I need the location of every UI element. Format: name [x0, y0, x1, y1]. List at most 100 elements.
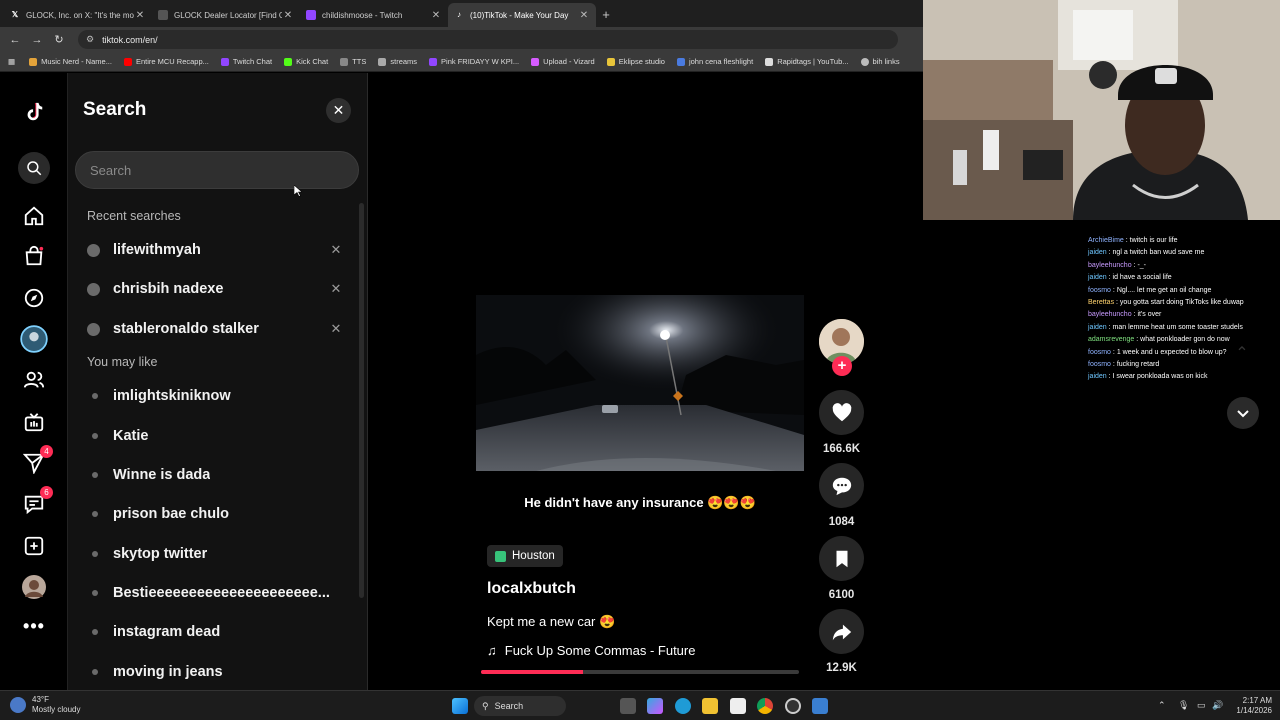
- suggestion-item[interactable]: moving in jeans: [92, 659, 332, 685]
- remove-icon[interactable]: ✕: [329, 242, 343, 258]
- heart-icon[interactable]: [819, 390, 864, 435]
- taskbar-search[interactable]: ⚲ Search: [474, 696, 566, 716]
- video-player[interactable]: [476, 295, 804, 471]
- bookmark-item[interactable]: Rapidtags | YouTub...: [765, 57, 849, 66]
- bookmark-item[interactable]: Kick Chat: [284, 57, 328, 66]
- home-icon[interactable]: [19, 201, 49, 231]
- new-tab-button[interactable]: +: [596, 3, 616, 27]
- chat-username[interactable]: bayleehuncho: [1088, 262, 1132, 269]
- close-panel-button[interactable]: ✕: [326, 98, 351, 123]
- comment-action[interactable]: 1084: [819, 463, 864, 528]
- location-tag[interactable]: Houston: [487, 545, 563, 567]
- back-icon[interactable]: ←: [4, 34, 26, 46]
- remove-icon[interactable]: ✕: [329, 321, 343, 337]
- share-action[interactable]: 12.9K: [819, 609, 864, 674]
- panel-scrollbar[interactable]: [359, 203, 364, 598]
- close-icon[interactable]: ✕: [578, 10, 590, 21]
- app-icon[interactable]: [812, 698, 828, 714]
- bookmark-item[interactable]: john cena fleshlight: [676, 57, 753, 66]
- bookmark-item[interactable]: Entire MCU Recapp...: [123, 57, 209, 66]
- tray-chevron-icon[interactable]: ⌃: [1158, 700, 1166, 711]
- inbox-icon[interactable]: 6: [19, 486, 53, 519]
- messages-icon[interactable]: 4: [19, 445, 53, 478]
- recent-search-item[interactable]: chrisbih nadexe ✕: [87, 276, 343, 302]
- file-explorer-icon[interactable]: [702, 698, 718, 714]
- network-icon[interactable]: ▭: [1197, 700, 1206, 711]
- bookmark-item[interactable]: TTS: [340, 57, 366, 66]
- chat-username[interactable]: jaiden: [1088, 274, 1107, 281]
- scroll-down-button[interactable]: [1227, 397, 1259, 429]
- copilot-icon[interactable]: [647, 698, 663, 714]
- bookmark-item[interactable]: Upload - Vizard: [531, 57, 595, 66]
- chevron-up-icon[interactable]: ⌃: [1227, 338, 1257, 368]
- friends-icon[interactable]: [19, 365, 49, 395]
- search-icon[interactable]: [18, 152, 50, 184]
- suggestion-item[interactable]: instagram dead: [92, 619, 332, 645]
- video-username[interactable]: localxbutch: [487, 580, 576, 598]
- suggestion-item[interactable]: skytop twitter: [92, 541, 332, 567]
- chrome-icon[interactable]: [757, 698, 773, 714]
- edge-icon[interactable]: [675, 698, 691, 714]
- apps-icon[interactable]: ▦: [8, 57, 15, 66]
- video-progress-bar[interactable]: [481, 670, 799, 674]
- close-icon[interactable]: ✕: [134, 10, 146, 21]
- bookmark-item[interactable]: Music Nerd - Name...: [29, 57, 112, 66]
- bookmark-item[interactable]: Pink FRIDAYY W KPI...: [429, 57, 519, 66]
- task-view-icon[interactable]: [620, 698, 636, 714]
- suggestion-item[interactable]: imlightskiniknow: [92, 383, 332, 409]
- like-action[interactable]: 166.6K: [819, 390, 864, 455]
- save-action[interactable]: 6100: [819, 536, 864, 601]
- tab-glock-x[interactable]: 𝕏 GLOCK, Inc. on X: "It's the most ✕: [4, 3, 152, 27]
- chat-username[interactable]: jaiden: [1088, 249, 1107, 256]
- live-icon[interactable]: [19, 407, 49, 437]
- tiktok-logo-icon[interactable]: [19, 97, 49, 127]
- shop-icon[interactable]: [19, 241, 49, 271]
- bookmark-item[interactable]: bih links: [860, 57, 900, 66]
- url-field[interactable]: ⚙ tiktok.com/en/: [78, 30, 898, 49]
- share-icon[interactable]: [819, 609, 864, 654]
- bookmark-icon[interactable]: [819, 536, 864, 581]
- weather-widget[interactable]: 43°F Mostly cloudy: [10, 695, 80, 715]
- tab-glock-dealer[interactable]: GLOCK Dealer Locator [Find Gu ✕: [152, 3, 300, 27]
- volume-icon[interactable]: 🔊: [1212, 700, 1223, 711]
- suggestion-item[interactable]: prison bae chulo: [92, 501, 332, 527]
- chat-username[interactable]: ArchieBime: [1088, 237, 1124, 244]
- forward-icon[interactable]: →: [26, 34, 48, 46]
- chat-username[interactable]: foosmo: [1088, 361, 1111, 368]
- explore-icon[interactable]: [19, 283, 49, 313]
- tab-twitch[interactable]: childishmoose - Twitch ✕: [300, 3, 448, 27]
- recent-search-item[interactable]: stableronaldo stalker ✕: [87, 316, 343, 342]
- remove-icon[interactable]: ✕: [329, 281, 343, 297]
- suggestion-item[interactable]: Winne is dada: [92, 462, 332, 488]
- chat-username[interactable]: Berettas: [1088, 299, 1114, 306]
- windows-start-icon[interactable]: [452, 698, 468, 714]
- profile-avatar-icon[interactable]: [19, 572, 49, 602]
- comment-icon[interactable]: [819, 463, 864, 508]
- chat-username[interactable]: foosmo: [1088, 287, 1111, 294]
- microphone-icon[interactable]: 🎙: [1178, 700, 1189, 711]
- recent-search-item[interactable]: lifewithmyah ✕: [87, 237, 343, 263]
- music-link[interactable]: ♫ Fuck Up Some Commas - Future: [487, 643, 695, 658]
- system-clock[interactable]: 2:17 AM 1/14/2026: [1228, 696, 1272, 716]
- site-settings-icon[interactable]: ⚙: [86, 34, 94, 45]
- chat-username[interactable]: foosmo: [1088, 349, 1111, 356]
- upload-icon[interactable]: [19, 531, 49, 561]
- obs-icon[interactable]: [785, 698, 801, 714]
- reload-icon[interactable]: ↻: [48, 33, 70, 46]
- tab-tiktok[interactable]: ♪ (10)TikTok - Make Your Day ✕: [448, 3, 596, 27]
- chat-username[interactable]: jaiden: [1088, 373, 1107, 380]
- bookmark-item[interactable]: streams: [378, 57, 417, 66]
- store-icon[interactable]: [730, 698, 746, 714]
- chat-username[interactable]: jaiden: [1088, 324, 1107, 331]
- bookmark-item[interactable]: Eklipse studio: [606, 57, 665, 66]
- suggestion-item[interactable]: Bestieeeeeeeeeeeeeeeeeeeee...: [92, 580, 332, 606]
- following-avatar-icon[interactable]: [19, 324, 49, 354]
- search-input[interactable]: [75, 151, 359, 189]
- bookmark-item[interactable]: Twitch Chat: [220, 57, 272, 66]
- close-icon[interactable]: ✕: [430, 10, 442, 21]
- chat-username[interactable]: adamsrevenge: [1088, 336, 1134, 343]
- close-icon[interactable]: ✕: [282, 10, 294, 21]
- more-icon[interactable]: •••: [19, 611, 49, 641]
- chat-username[interactable]: bayleehuncho: [1088, 311, 1132, 318]
- follow-button[interactable]: +: [832, 356, 852, 376]
